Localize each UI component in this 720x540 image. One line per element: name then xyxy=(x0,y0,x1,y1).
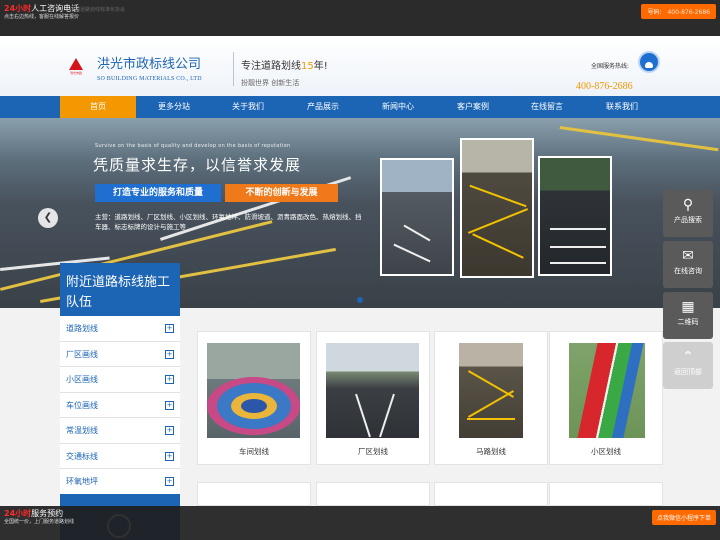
product-caption: 车间划线 xyxy=(239,447,269,456)
top-promo-bar: 24小时人工咨询电话 点击右边热线，客服在线解答报价 中国道路划线标准化协会 号… xyxy=(0,0,720,36)
banner-pill-innovation: 不断的创新与发展 xyxy=(225,184,338,202)
float-search-button[interactable]: ⚲ 产品搜索 xyxy=(663,190,713,237)
nav-item-cases[interactable]: 客户案例 xyxy=(435,96,511,118)
product-card[interactable] xyxy=(197,482,311,506)
bottom-promo-bar: 24小时服务预约 全国统一价，上门服务道路划线 点我微信小程序下单 xyxy=(0,506,720,540)
float-top-button[interactable]: ⌃ 返回顶部 xyxy=(663,342,713,389)
banner-pill-service: 打造专业的服务和质量 xyxy=(95,184,221,202)
top-faint-text: 中国道路划线标准化协会 xyxy=(70,7,126,13)
sidebar-item-road[interactable]: 道路划线 + xyxy=(60,316,180,342)
sidebar-item-label: 交通标线 xyxy=(66,451,98,461)
product-card[interactable]: 马路划线 xyxy=(434,331,548,465)
company-logo[interactable]: 洪光市政 xyxy=(60,58,92,86)
sidebar-title: 附近道路标线施工队伍 xyxy=(60,263,180,316)
sidebar-item-parking[interactable]: 车位画线 + xyxy=(60,393,180,418)
product-card[interactable] xyxy=(316,482,430,506)
header-divider xyxy=(233,52,234,86)
sidebar-item-cold-paint[interactable]: 常温划线 + xyxy=(60,418,180,444)
sidebar-item-label: 车位画线 xyxy=(66,400,98,410)
logo-text: 洪光市政 xyxy=(69,71,82,75)
float-top-label: 返回顶部 xyxy=(674,368,702,376)
sidebar-item-factory[interactable]: 厂区画线 + xyxy=(60,342,180,367)
plus-icon: + xyxy=(165,324,174,333)
sidebar-item-label: 小区画线 xyxy=(66,375,98,384)
chat-bubble-icon: ✉ xyxy=(682,248,694,264)
product-caption: 厂区划线 xyxy=(358,447,388,456)
slogan-prefix: 专注道路划线 xyxy=(241,61,301,72)
sidebar-category-list: 道路划线 + 厂区画线 + 小区画线 + 车位画线 + 常温划线 + 交通标线 + 环氧地坪… xyxy=(60,316,180,495)
sidebar-item-label: 常温划线 xyxy=(66,426,98,435)
float-qrcode-label: 二维码 xyxy=(677,318,699,326)
product-image xyxy=(459,343,523,438)
booking-prefix: 24小时 xyxy=(4,509,32,518)
float-consult-button[interactable]: ✉ 在线咨询 xyxy=(663,241,713,288)
qrcode-icon: ▦ xyxy=(681,299,695,315)
nav-item-news[interactable]: 新闻中心 xyxy=(360,96,436,118)
plus-icon: + xyxy=(165,477,174,486)
plus-icon: + xyxy=(165,451,174,461)
banner-photo-yellow-grid xyxy=(460,138,534,278)
hotline-promo-subtext: 点击右边热线，客服在线解答报价 xyxy=(4,14,80,20)
sidebar-item-traffic[interactable]: 交通标线 + xyxy=(60,444,180,469)
main-nav: 首页 更多分站 关于我们 产品展示 新闻中心 客户案例 在线留言 联系我们 xyxy=(0,96,720,118)
banner-photo-road xyxy=(380,158,454,276)
sidebar-item-label: 环氧地坪 xyxy=(66,477,98,486)
banner-pagination-dot[interactable] xyxy=(357,297,363,303)
product-card[interactable]: 车间划线 xyxy=(197,331,311,465)
nav-item-home[interactable]: 首页 xyxy=(60,96,136,118)
product-image xyxy=(326,343,419,438)
sidebar-item-label: 厂区画线 xyxy=(66,349,98,359)
slogan-years: 15 xyxy=(301,61,314,72)
float-qrcode-button[interactable]: ▦ 二维码 xyxy=(663,292,713,339)
company-name: 洪光市政标线公司 xyxy=(97,57,202,72)
nav-item-products[interactable]: 产品展示 xyxy=(285,96,361,118)
sidebar-item-label: 道路划线 xyxy=(66,324,98,333)
product-caption: 小区划线 xyxy=(591,447,621,456)
banner-tagline-en: Survive on the basis of quality and deve… xyxy=(95,143,291,149)
logo-mark-icon xyxy=(69,58,83,70)
banner-photo-parking xyxy=(538,156,612,276)
product-image xyxy=(569,343,645,438)
banner-title: 凭质量求生存，以信誉求发展 xyxy=(93,156,302,174)
sidebar-item-epoxy[interactable]: 环氧地坪 + xyxy=(60,469,180,495)
plus-icon: + xyxy=(165,349,174,359)
nav-item-message[interactable]: 在线留言 xyxy=(509,96,585,118)
header-slogan: 专注道路划线15年! xyxy=(241,57,328,72)
product-card[interactable] xyxy=(434,482,548,506)
plus-icon: + xyxy=(165,426,174,435)
mini-program-order-button[interactable]: 点我微信小程序下单 xyxy=(651,510,716,525)
banner-prev-button[interactable]: ❮ xyxy=(38,208,58,228)
slogan-suffix: 年! xyxy=(313,61,328,72)
product-card[interactable]: 厂区划线 xyxy=(316,331,430,465)
banner-description: 主营：道路划线、厂区划线、小区划线、环氧地坪、防滑坡道、沥青路面改色、热熔划线、… xyxy=(95,213,362,231)
company-name-en: SO BUILDING MATERIALS CO., LTD xyxy=(97,76,202,82)
product-card[interactable]: 小区划线 xyxy=(549,331,663,465)
sidebar-item-community[interactable]: 小区画线 + xyxy=(60,367,180,393)
float-search-label: 产品搜索 xyxy=(674,216,702,224)
float-consult-label: 在线咨询 xyxy=(674,267,702,275)
phone-number-button[interactable]: 号码: 400-876-2686 xyxy=(641,4,716,19)
hotline-number[interactable]: 400-876-2686 xyxy=(576,81,633,92)
booking-label: 服务预约 xyxy=(31,509,64,518)
plus-icon: + xyxy=(165,400,174,410)
hotline-prefix: 24小时 xyxy=(4,4,32,13)
phone-number: 400-876-2686 xyxy=(667,9,710,16)
nav-item-about[interactable]: 关于我们 xyxy=(210,96,286,118)
phone-label: 号码: xyxy=(647,9,662,16)
product-caption: 马路划线 xyxy=(476,447,506,456)
product-card[interactable] xyxy=(549,482,663,506)
road-marking-decoration xyxy=(559,126,719,152)
chevron-up-icon: ⌃ xyxy=(682,349,694,365)
customer-service-icon xyxy=(638,51,660,73)
search-icon: ⚲ xyxy=(682,197,694,213)
booking-subtext: 全国统一价，上门服务道路划线 xyxy=(4,519,75,525)
product-image xyxy=(207,343,300,438)
site-header: 洪光市政 洪光市政标线公司 SO BUILDING MATERIALS CO.,… xyxy=(0,36,720,96)
nav-item-contact[interactable]: 联系我们 xyxy=(584,96,660,118)
hotline-label: 全国服务热线: xyxy=(591,63,630,70)
header-subslogan: 扮靓世界 创新生活 xyxy=(241,79,300,87)
plus-icon: + xyxy=(165,375,174,384)
nav-item-substations[interactable]: 更多分站 xyxy=(136,96,212,118)
